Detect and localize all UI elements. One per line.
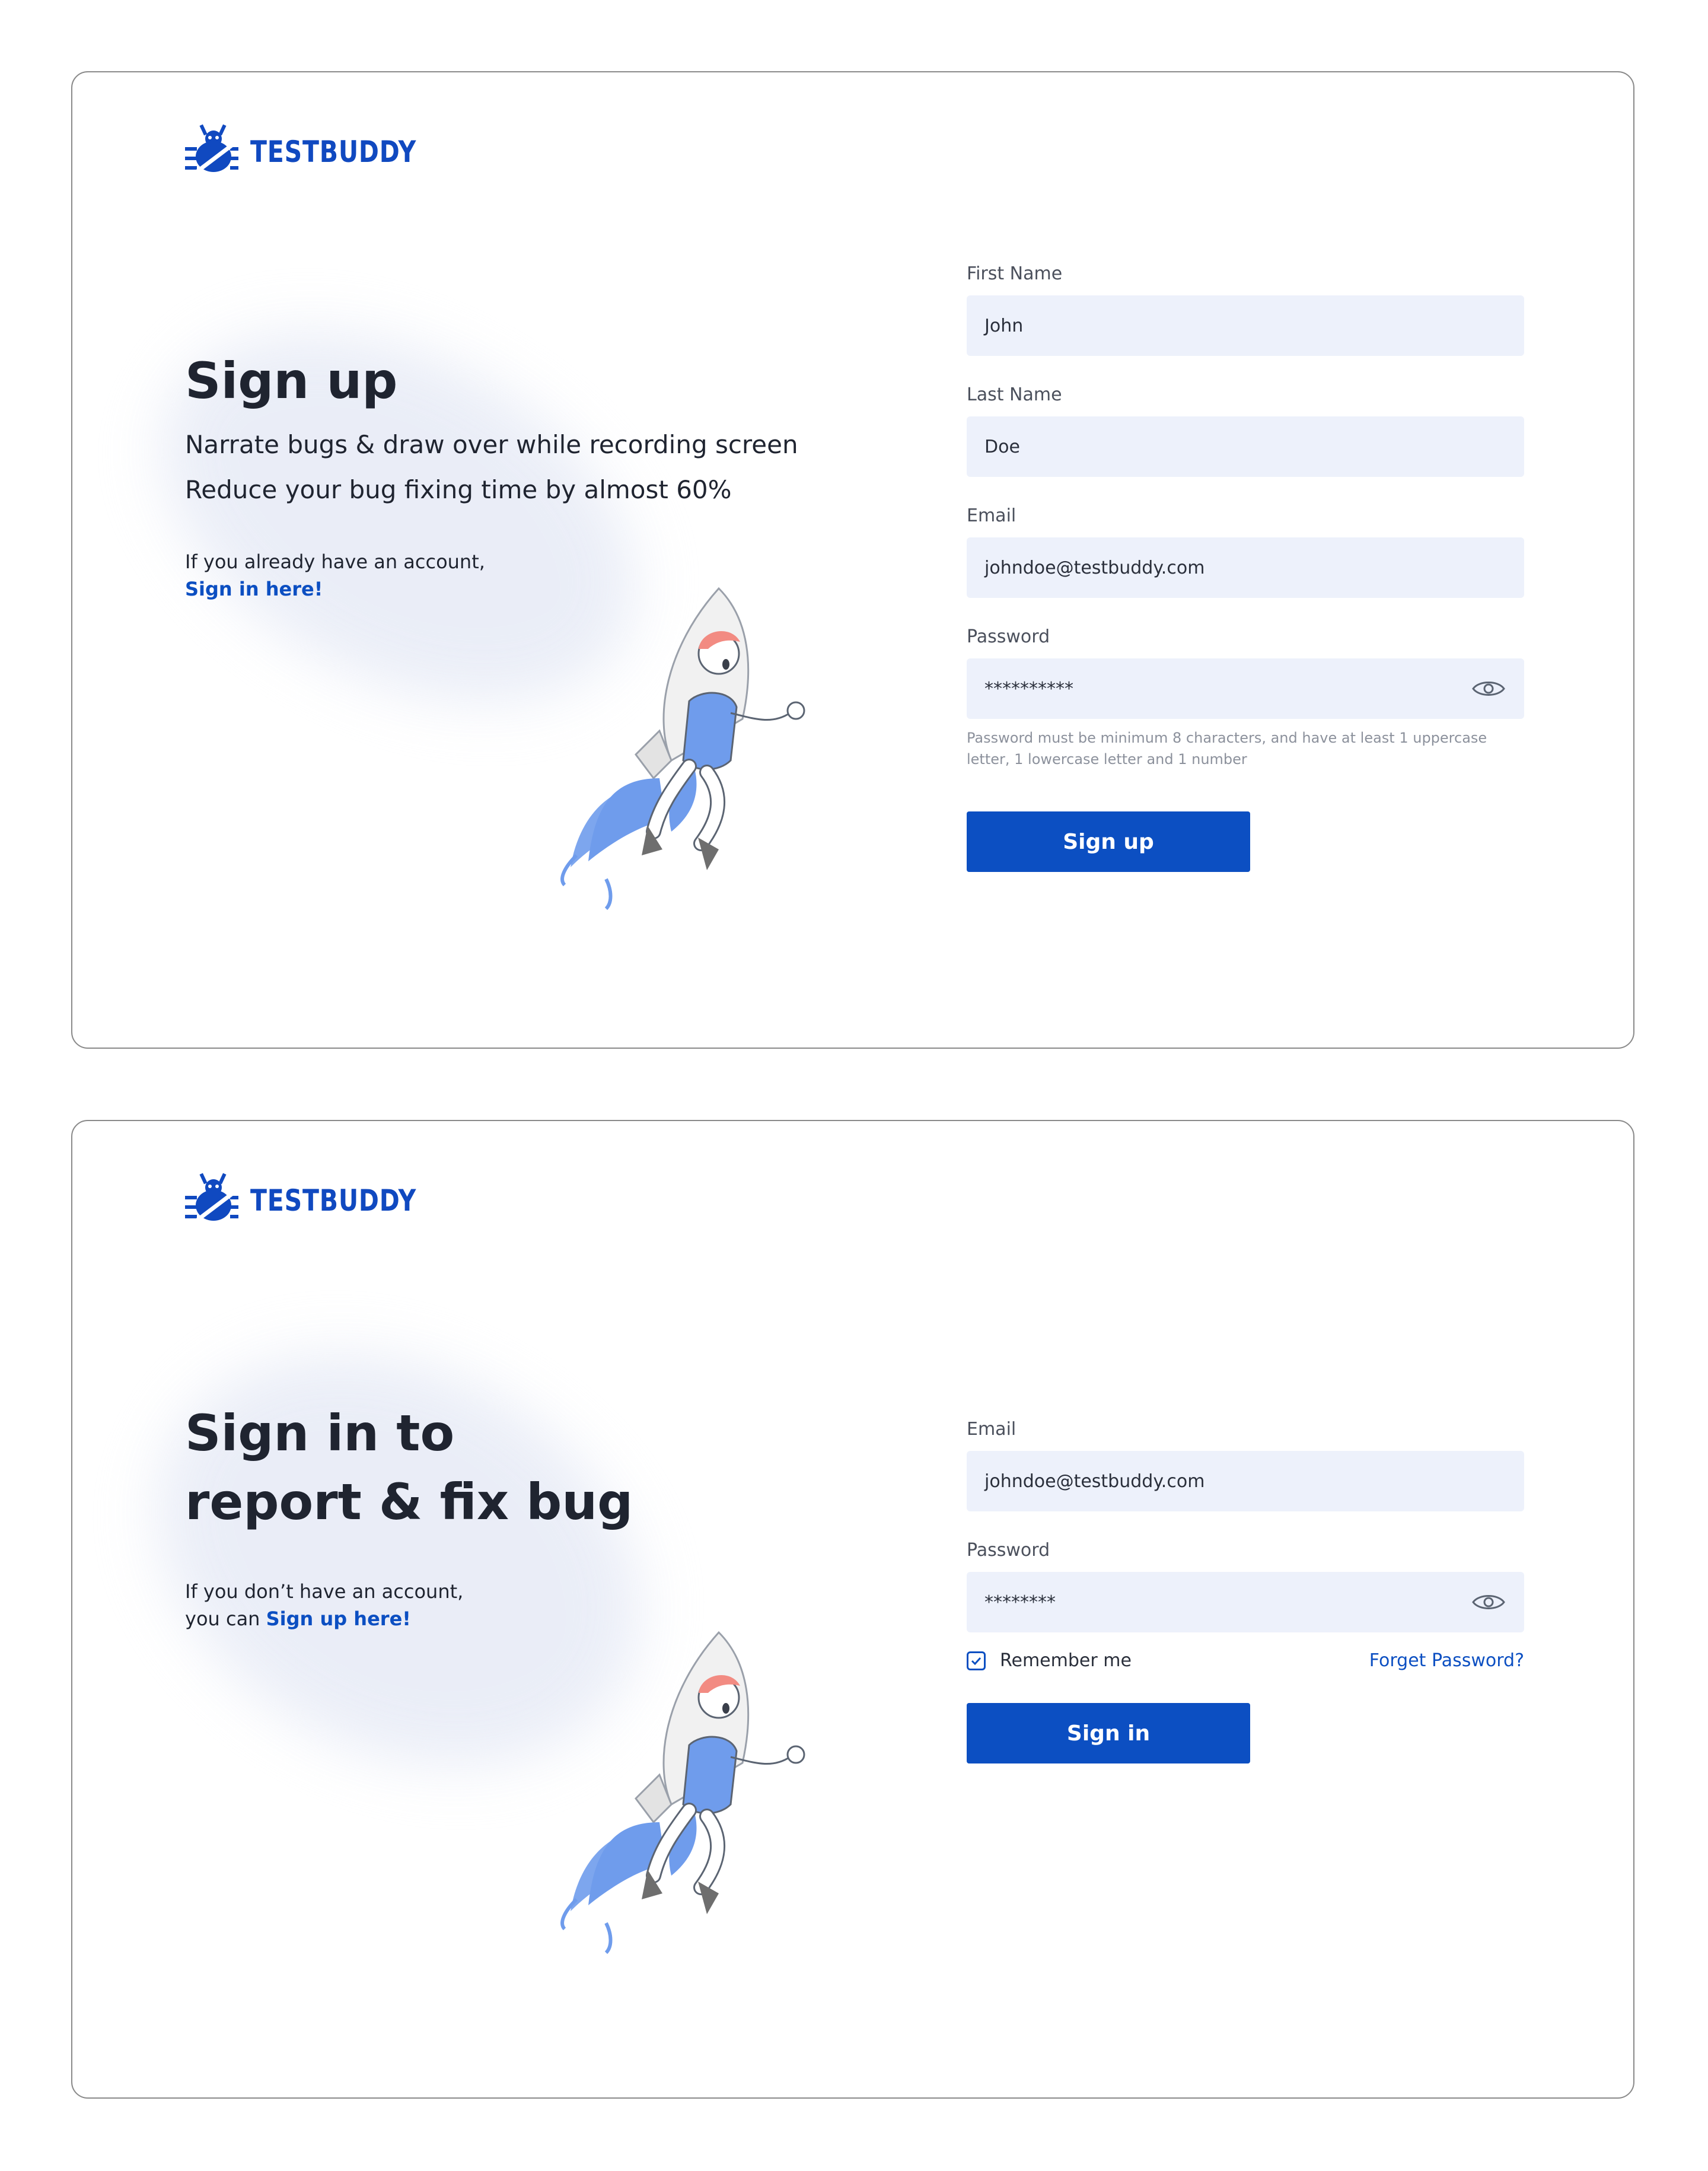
subtitle-line: Reduce your bug fixing time by almost 60… — [185, 475, 732, 504]
brand-name: TESTBUDDY — [250, 135, 417, 169]
first-name-label: First Name — [967, 263, 1063, 284]
first-name-value: John — [984, 315, 1024, 336]
last-name-field: Last Name Doe — [967, 383, 1524, 477]
password-label: Password — [967, 626, 1050, 647]
brand-name: TESTBUDDY — [250, 1183, 417, 1218]
last-name-input[interactable]: Doe — [967, 416, 1524, 477]
signup-link[interactable]: Sign up here! — [266, 1607, 411, 1630]
last-name-label: Last Name — [967, 384, 1062, 405]
checkbox-checked-icon[interactable] — [967, 1651, 986, 1670]
account-note-prefix: you can — [185, 1607, 260, 1630]
brand-logo[interactable]: TESTBUDDY — [183, 123, 453, 180]
remember-me-checkbox[interactable]: Remember me — [967, 1650, 1132, 1671]
signup-intro: Sign up Narrate bugs & draw over while r… — [185, 346, 798, 603]
signin-button[interactable]: Sign in — [967, 1703, 1250, 1763]
subtitle: Narrate bugs & draw over while recording… — [185, 422, 798, 512]
password-input[interactable]: ********** — [967, 658, 1524, 719]
eye-icon[interactable] — [1471, 677, 1506, 701]
email-field: Email johndoe@testbuddy.com — [967, 504, 1524, 598]
email-value: johndoe@testbuddy.com — [984, 557, 1205, 578]
password-value: ********** — [984, 678, 1073, 699]
subtitle-line: Narrate bugs & draw over while recording… — [185, 430, 798, 459]
eye-icon[interactable] — [1471, 1590, 1506, 1614]
signin-intro: Sign in to report & fix bug If you don’t… — [185, 1399, 633, 1632]
brand-logo[interactable]: TESTBUDDY — [183, 1172, 453, 1229]
last-name-value: Doe — [984, 436, 1020, 457]
email-input[interactable]: johndoe@testbuddy.com — [967, 537, 1524, 598]
password-label: Password — [967, 1540, 1050, 1561]
signup-form: First Name John Last Name Doe Email john… — [967, 262, 1524, 872]
password-field: Password ******** — [967, 1539, 1524, 1632]
email-field: Email johndoe@testbuddy.com — [967, 1418, 1524, 1511]
email-value: johndoe@testbuddy.com — [984, 1470, 1205, 1492]
rocket-illustration — [560, 1631, 805, 1954]
signup-card: TESTBUDDY Sign up Narrate bugs & draw ov… — [71, 71, 1634, 1049]
forgot-password-link[interactable]: Forget Password? — [1369, 1650, 1524, 1671]
account-note-text: If you don’t have an account, — [185, 1580, 464, 1603]
email-input[interactable]: johndoe@testbuddy.com — [967, 1451, 1524, 1511]
signin-card: TESTBUDDY Sign in to report & fix bug If… — [71, 1120, 1634, 2099]
remember-row: Remember me Forget Password? — [967, 1650, 1524, 1671]
signup-button[interactable]: Sign up — [967, 811, 1250, 872]
password-hint: Password must be minimum 8 characters, a… — [967, 730, 1487, 768]
bug-icon — [185, 1173, 239, 1228]
remember-me-label: Remember me — [1000, 1650, 1132, 1671]
account-note-text: If you already have an account, — [185, 550, 485, 573]
password-field: Password ********** Password must be min… — [967, 625, 1524, 770]
email-label: Email — [967, 1419, 1016, 1440]
signin-form: Email johndoe@testbuddy.com Password ***… — [967, 1418, 1524, 1763]
password-input[interactable]: ******** — [967, 1572, 1524, 1632]
first-name-input[interactable]: John — [967, 295, 1524, 356]
password-value: ******** — [984, 1591, 1056, 1613]
account-note: If you don’t have an account, you can Si… — [185, 1578, 633, 1632]
page-title: Sign up — [185, 352, 398, 410]
first-name-field: First Name John — [967, 262, 1524, 356]
bug-icon — [185, 124, 239, 180]
page-title-line: report & fix bug — [185, 1473, 633, 1531]
page-title-line: Sign in to — [185, 1404, 455, 1462]
rocket-illustration — [560, 587, 805, 911]
email-label: Email — [967, 505, 1016, 526]
